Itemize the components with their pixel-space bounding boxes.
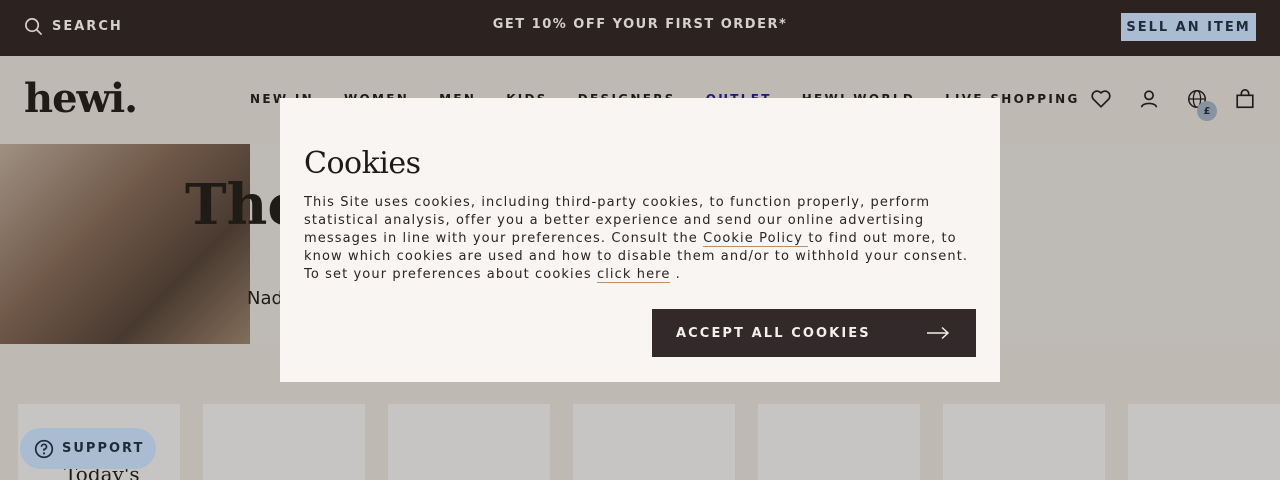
cookie-dialog: Cookies This Site uses cookies, includin… bbox=[280, 98, 1000, 382]
promo-label[interactable]: GET 10% OFF YOUR FIRST ORDER* bbox=[493, 17, 788, 32]
help-icon bbox=[34, 439, 54, 458]
cookie-preferences-link[interactable]: click here bbox=[596, 267, 671, 283]
support-label: SUPPORT bbox=[62, 441, 145, 456]
promo-bar: SEARCH GET 10% OFF YOUR FIRST ORDER* SEL… bbox=[0, 0, 1280, 56]
cookie-title: Cookies bbox=[304, 146, 421, 181]
cookie-text: This Site uses cookies, including third-… bbox=[304, 194, 980, 284]
accept-label: ACCEPT ALL COOKIES bbox=[676, 325, 871, 341]
cookie-policy-link[interactable]: Cookie Policy bbox=[703, 231, 809, 247]
sell-item-button[interactable]: SELL AN ITEM bbox=[1121, 13, 1256, 41]
promo-text[interactable]: GET 10% OFF YOUR FIRST ORDER* bbox=[0, 17, 1280, 32]
accept-all-cookies-button[interactable]: ACCEPT ALL COOKIES bbox=[652, 309, 976, 357]
arrow-right-icon bbox=[927, 326, 950, 340]
cookie-text-part-3: . bbox=[670, 267, 681, 282]
support-button[interactable]: SUPPORT bbox=[20, 428, 156, 469]
